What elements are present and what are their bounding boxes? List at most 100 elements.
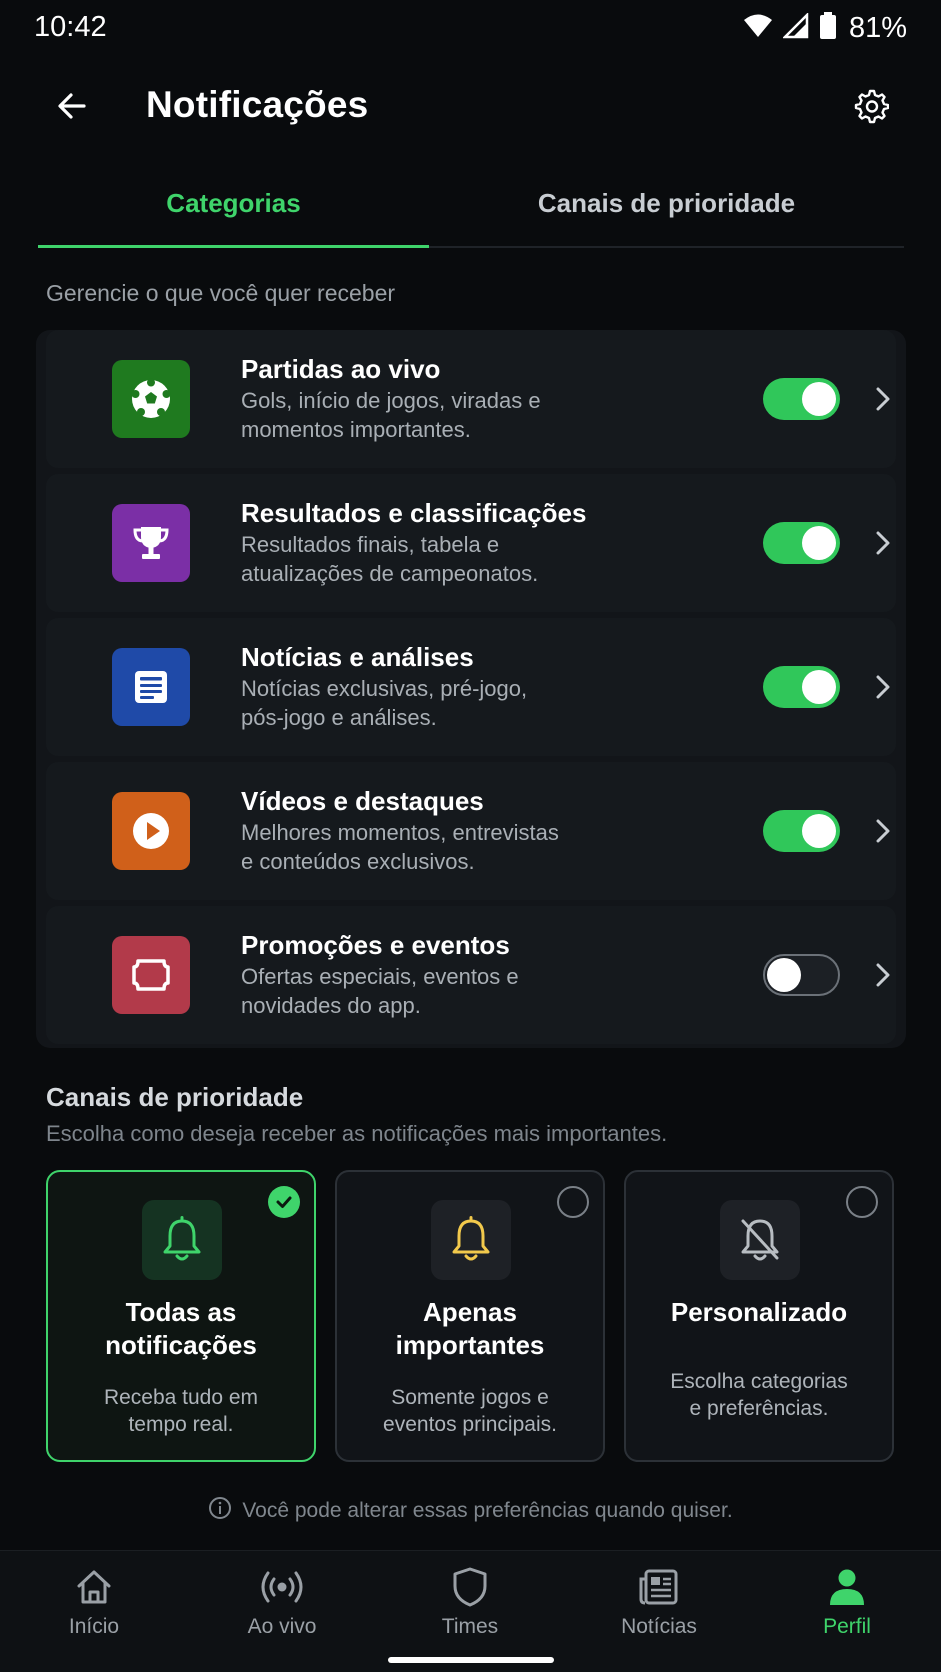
chevron-right-icon[interactable] — [871, 528, 895, 558]
shield-icon — [448, 1565, 492, 1609]
category-description: Ofertas especiais, eventos e novidades d… — [241, 962, 631, 1020]
bell-icon — [431, 1200, 511, 1280]
category-row-resultados[interactable]: Resultados e classificações Resultados f… — [46, 474, 896, 612]
chevron-right-icon[interactable] — [871, 816, 895, 846]
toggle-knob — [802, 526, 836, 560]
bell-icon — [142, 1200, 222, 1280]
toggle-knob — [767, 958, 801, 992]
info-note: Você pode alterar essas preferências qua… — [0, 1496, 941, 1526]
priority-option-title: Todas as notificações — [48, 1296, 314, 1362]
nav-item-times[interactable]: Times — [400, 1565, 540, 1645]
category-description-line: Gols, início de jogos, viradas e — [241, 388, 541, 413]
category-description: Notícias exclusivas, pré-jogo, pós-jogo … — [241, 674, 631, 732]
category-description-line: pós-jogo e análises. — [241, 705, 437, 730]
info-note-text: Você pode alterar essas preferências qua… — [242, 1499, 733, 1522]
priority-option-description: Somente jogos e eventos principais. — [337, 1384, 603, 1438]
priority-option-description-line: Escolha categorias — [670, 1370, 848, 1393]
category-row-partidas[interactable]: Partidas ao vivo Gols, início de jogos, … — [46, 330, 896, 468]
battery-icon — [819, 12, 837, 45]
settings-button[interactable] — [847, 84, 895, 132]
nav-label: Início — [68, 1615, 120, 1638]
category-row-noticias[interactable]: Notícias e análises Notícias exclusivas,… — [46, 618, 896, 756]
newspaper-icon — [637, 1565, 681, 1609]
category-list: Partidas ao vivo Gols, início de jogos, … — [36, 330, 906, 1048]
chevron-right-icon[interactable] — [871, 384, 895, 414]
category-description-line: atualizações de campeonatos. — [241, 561, 539, 586]
nav-item-inicio[interactable]: Início — [24, 1565, 164, 1645]
priority-option-title-line: Todas as — [125, 1297, 237, 1327]
soccer-ball-icon — [112, 360, 190, 438]
tab-canais-de-prioridade[interactable]: Canais de prioridade — [429, 168, 904, 248]
wifi-icon — [743, 13, 773, 44]
nav-item-noticias[interactable]: Notícias — [589, 1565, 729, 1645]
toggle-knob — [802, 814, 836, 848]
category-title: Partidas ao vivo — [241, 354, 441, 384]
play-icon — [112, 792, 190, 870]
nav-label: Times — [441, 1615, 499, 1638]
newspaper-icon — [112, 648, 190, 726]
tab-bar: Categorias Canais de prioridade — [38, 168, 904, 248]
chevron-right-icon[interactable] — [871, 960, 895, 990]
nav-label: Notícias — [621, 1615, 697, 1638]
priority-option-title: Personalizado — [626, 1296, 892, 1329]
priority-section-subtitle: Escolha como deseja receber as notificaç… — [46, 1121, 668, 1146]
priority-option-title-line: notificações — [105, 1330, 257, 1360]
priority-option-description-line: Somente jogos e — [391, 1386, 549, 1409]
priority-option-importantes[interactable]: Apenas importantes Somente jogos e event… — [335, 1170, 605, 1462]
category-title: Promoções e eventos — [241, 930, 510, 960]
category-title: Vídeos e destaques — [241, 786, 484, 816]
trophy-icon — [112, 504, 190, 582]
priority-option-description: Escolha categorias e preferências. — [626, 1368, 892, 1422]
status-icons: 81% — [743, 11, 907, 45]
category-description-line: momentos importantes. — [241, 417, 471, 442]
category-description: Resultados finais, tabela e atualizações… — [241, 530, 631, 588]
ticket-icon — [112, 936, 190, 1014]
radio-button[interactable] — [846, 1186, 878, 1218]
bell-off-icon — [720, 1200, 800, 1280]
status-time: 10:42 — [34, 11, 107, 43]
signal-icon — [781, 11, 809, 44]
nav-label: Ao vivo — [247, 1615, 317, 1638]
category-description: Gols, início de jogos, viradas e momento… — [241, 386, 631, 444]
active-tab-indicator — [38, 245, 429, 248]
toggle-videos[interactable] — [763, 810, 840, 852]
nav-label: Perfil — [823, 1615, 871, 1638]
chevron-right-icon[interactable] — [871, 672, 895, 702]
category-description-line: e conteúdos exclusivos. — [241, 849, 475, 874]
toggle-partidas[interactable] — [763, 378, 840, 420]
toggle-promocoes[interactable] — [763, 954, 840, 996]
category-row-videos[interactable]: Vídeos e destaques Melhores momentos, en… — [46, 762, 896, 900]
status-bar: 10:42 81% — [0, 0, 941, 56]
priority-option-personalizado[interactable]: Personalizado Escolha categorias e prefe… — [624, 1170, 894, 1462]
radio-button[interactable] — [557, 1186, 589, 1218]
page-title: Notificações — [146, 84, 369, 125]
toggle-noticias[interactable] — [763, 666, 840, 708]
check-icon — [268, 1186, 300, 1218]
section-hint: Gerencie o que você quer receber — [46, 280, 396, 306]
category-description-line: Resultados finais, tabela e — [241, 532, 500, 557]
priority-option-todas[interactable]: Todas as notificações Receba tudo em tem… — [46, 1170, 316, 1462]
battery-level: 81% — [848, 12, 907, 44]
priority-option-title-line: Apenas — [423, 1297, 517, 1327]
category-title: Notícias e análises — [241, 642, 474, 672]
broadcast-icon — [260, 1565, 304, 1609]
category-row-promocoes[interactable]: Promoções e eventos Ofertas especiais, e… — [46, 906, 896, 1044]
nav-item-perfil[interactable]: Perfil — [777, 1565, 917, 1645]
app-bar: Notificações — [0, 70, 941, 146]
home-indicator[interactable] — [388, 1657, 554, 1663]
category-description-line: novidades do app. — [241, 993, 421, 1018]
gear-icon — [853, 88, 890, 129]
priority-option-description-line: tempo real. — [128, 1413, 234, 1436]
category-description-line: Ofertas especiais, eventos e — [241, 964, 519, 989]
nav-item-ao-vivo[interactable]: Ao vivo — [212, 1565, 352, 1645]
toggle-knob — [802, 382, 836, 416]
category-description-line: Melhores momentos, entrevistas — [241, 820, 559, 845]
arrow-left-icon — [56, 90, 88, 127]
priority-option-title-line: importantes — [395, 1330, 545, 1360]
back-button[interactable] — [48, 84, 96, 132]
category-description: Melhores momentos, entrevistas e conteúd… — [241, 818, 631, 876]
priority-section-title: Canais de prioridade — [46, 1082, 304, 1112]
toggle-resultados[interactable] — [763, 522, 840, 564]
tab-categorias[interactable]: Categorias — [38, 168, 429, 248]
priority-option-description-line: Receba tudo em — [103, 1386, 259, 1409]
